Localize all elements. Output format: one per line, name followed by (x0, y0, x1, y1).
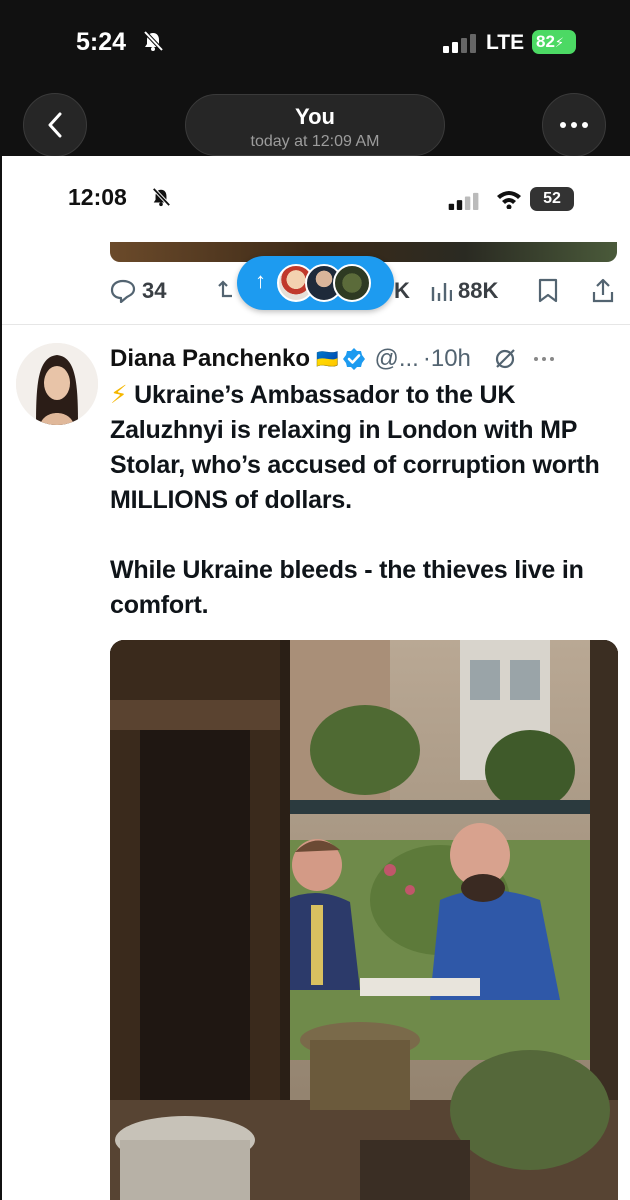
sender-name: You (295, 104, 335, 129)
verified-badge-icon (343, 348, 366, 370)
photo-restaurant-window (110, 640, 618, 1200)
status-time: 5:24 (76, 28, 127, 56)
more-options-button[interactable] (542, 93, 606, 157)
shared-screenshot[interactable]: 12:08 52 34 K 88K ↑ Diana Panchenko 🇺🇦 @… (0, 156, 630, 1200)
network-label: LTE (486, 31, 525, 54)
avatar (333, 264, 371, 302)
views-action[interactable]: 88K (430, 278, 498, 304)
views-count: 88K (458, 278, 499, 303)
views-chart-icon (431, 283, 452, 301)
reply-count: 34 (142, 278, 167, 303)
tweet-paragraph: While Ukraine bleeds - the thieves live … (110, 556, 584, 619)
battery-indicator: 82⚡ (532, 30, 576, 54)
signal-bars-icon (448, 192, 479, 210)
more-options-icon[interactable] (533, 356, 555, 362)
tweet-time: ·10h (422, 345, 471, 372)
profile-photo (16, 343, 98, 425)
share-icon (592, 278, 614, 303)
wifi-icon (497, 191, 521, 209)
tweet-header: Diana Panchenko 🇺🇦 @... ·10h (110, 341, 620, 377)
charging-bolt-icon: ⚡ (554, 35, 565, 50)
author-name[interactable]: Diana Panchenko (110, 345, 310, 373)
arrow-up-icon: ↑ (255, 268, 266, 293)
battery-level: 52 (530, 187, 574, 211)
share-action[interactable] (591, 278, 615, 304)
tweet-media-photo[interactable] (110, 640, 618, 1200)
divider (2, 324, 630, 325)
like-count-partial: K (394, 278, 410, 304)
reply-icon (110, 279, 136, 303)
author-handle: @... (374, 345, 419, 372)
silent-bell-icon (143, 30, 164, 52)
chevron-left-icon (48, 112, 62, 138)
lightning-icon: ⚡ (110, 381, 135, 409)
back-button[interactable] (23, 93, 87, 157)
sent-timestamp: today at 12:09 AM (250, 133, 380, 150)
battery-level: 82 (536, 32, 555, 51)
ukraine-flag-icon: 🇺🇦 (316, 348, 339, 369)
inner-status-time: 12:08 (68, 184, 127, 210)
viewer-header: You today at 12:09 AM (0, 90, 630, 157)
bookmark-icon (538, 278, 558, 303)
inner-status-bar: 12:08 52 (2, 156, 630, 242)
bookmark-action[interactable] (537, 278, 559, 304)
signal-bars-icon (443, 34, 476, 53)
reply-action[interactable]: 34 (110, 278, 166, 304)
silent-bell-icon (152, 187, 171, 207)
tweet-body: ⚡ Ukraine’s Ambassador to the UK Zaluzhn… (110, 378, 625, 623)
avatar[interactable] (16, 343, 98, 425)
outer-status-bar: 5:24 LTE 82⚡ (0, 0, 630, 90)
sender-pill[interactable]: You today at 12:09 AM (185, 94, 445, 156)
tweet-paragraph: Ukraine’s Ambassador to the UK Zaluzhnyi… (110, 381, 600, 514)
repost-count-partial: K (394, 278, 410, 303)
ellipsis-icon (560, 122, 588, 128)
grok-icon[interactable] (493, 347, 517, 371)
new-posts-pill[interactable]: ↑ (237, 256, 394, 310)
